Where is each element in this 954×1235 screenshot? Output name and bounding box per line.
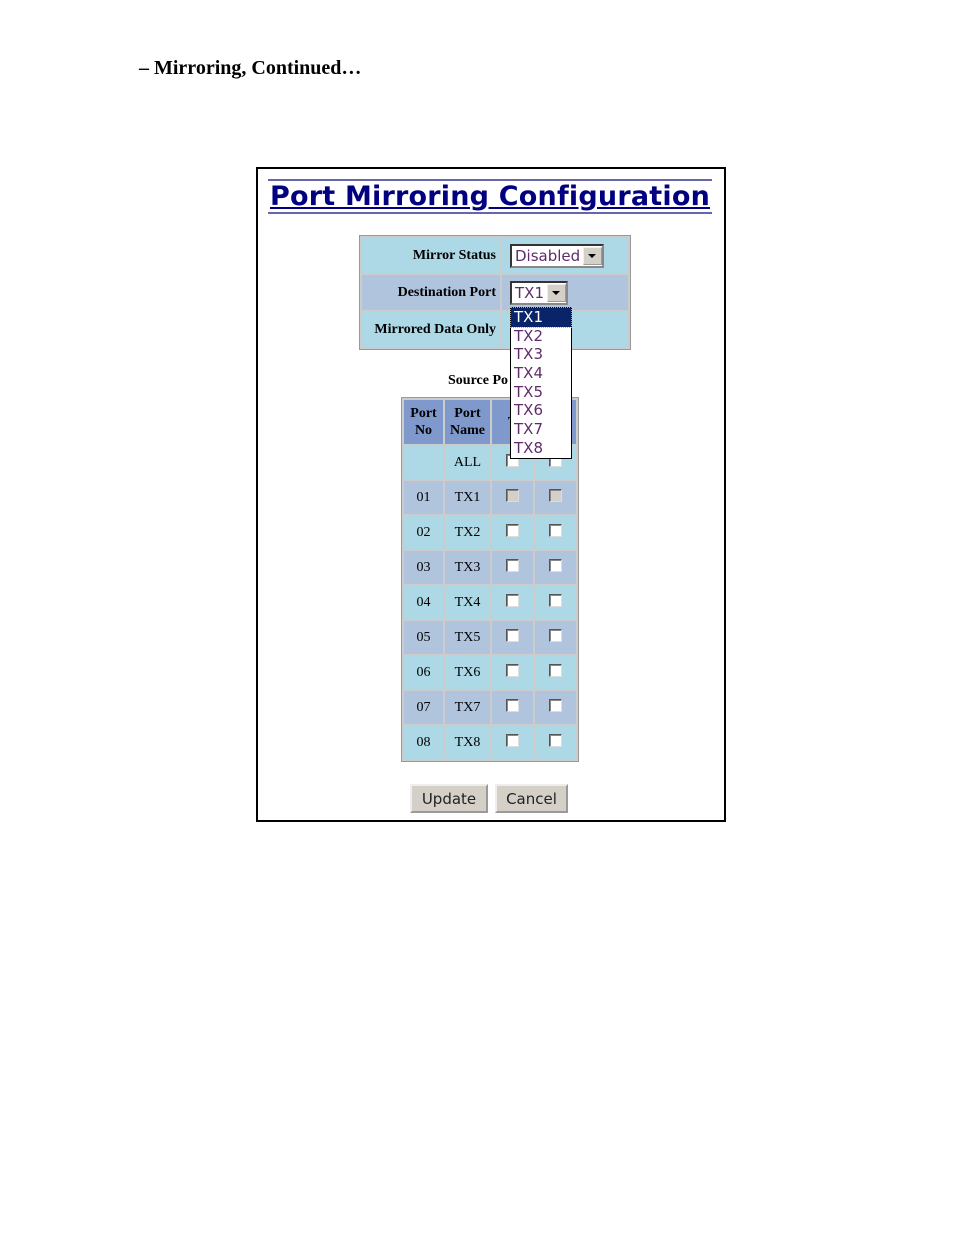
destination-port-dropdown-list: TX1 TX2 TX3 TX4 TX5 TX6 TX7 TX8 (510, 307, 572, 459)
source-ports-label: Source Po (448, 373, 509, 388)
source-checkbox-2[interactable] (549, 558, 562, 572)
destination-port-label: Destination Port (362, 275, 500, 310)
destination-port-value: TX1 (515, 283, 544, 302)
destination-port-select[interactable]: TX1 (510, 280, 568, 305)
cancel-button[interactable]: Cancel (495, 784, 568, 813)
port-no: 03 (404, 551, 443, 584)
header-port-no: Port No (404, 400, 443, 444)
source-checkbox-2[interactable] (549, 663, 562, 677)
port-name: TX4 (445, 586, 490, 619)
chevron-down-icon[interactable] (546, 283, 566, 302)
mirror-config-table: Mirror Status Disabled Destination Port … (359, 235, 631, 350)
port-name: TX6 (445, 656, 490, 689)
table-row: 05 TX5 (404, 621, 576, 654)
port-no: 07 (404, 691, 443, 724)
source-checkbox-2[interactable] (549, 698, 562, 712)
section-heading: – Mirroring, Continued… (139, 57, 362, 79)
source-checkbox-2[interactable] (549, 628, 562, 642)
port-no: 02 (404, 516, 443, 549)
table-row: 01 TX1 (404, 481, 576, 514)
dropdown-option[interactable]: TX1 (510, 307, 572, 328)
update-button[interactable]: Update (410, 784, 488, 813)
source-checkbox-2[interactable] (549, 523, 562, 537)
port-name: TX1 (445, 481, 490, 514)
port-name: TX8 (445, 726, 490, 759)
table-row: 03 TX3 (404, 551, 576, 584)
port-name: TX3 (445, 551, 490, 584)
dropdown-option[interactable]: TX5 (511, 383, 571, 402)
mirror-status-label: Mirror Status (362, 238, 500, 273)
dropdown-option[interactable]: TX7 (511, 420, 571, 439)
source-checkbox-2[interactable] (549, 733, 562, 747)
mirror-status-value: Disabled (515, 246, 581, 265)
source-checkbox-1[interactable] (506, 698, 519, 712)
chevron-down-icon[interactable] (583, 246, 603, 265)
dropdown-option[interactable]: TX2 (511, 327, 571, 346)
table-row: 07 TX7 (404, 691, 576, 724)
port-name: TX2 (445, 516, 490, 549)
table-row: 02 TX2 (404, 516, 576, 549)
table-row: 08 TX8 (404, 726, 576, 759)
dropdown-option[interactable]: TX4 (511, 364, 571, 383)
source-checkbox-1[interactable] (506, 628, 519, 642)
source-checkbox-1[interactable] (506, 558, 519, 572)
source-checkbox-2[interactable] (549, 593, 562, 607)
port-no: 06 (404, 656, 443, 689)
dropdown-option[interactable]: TX8 (511, 439, 571, 458)
port-name: TX7 (445, 691, 490, 724)
port-no: 05 (404, 621, 443, 654)
source-checkbox-1[interactable] (506, 593, 519, 607)
source-checkbox-1 (506, 488, 519, 502)
source-checkbox-1[interactable] (506, 663, 519, 677)
source-checkbox-1[interactable] (506, 733, 519, 747)
page-title: Port Mirroring Configuration (268, 179, 712, 214)
port-no: 01 (404, 481, 443, 514)
port-name: TX5 (445, 621, 490, 654)
port-no: 04 (404, 586, 443, 619)
header-port-name: Port Name (445, 400, 490, 444)
dropdown-option[interactable]: TX3 (511, 345, 571, 364)
source-checkbox-1[interactable] (506, 523, 519, 537)
source-checkbox-2 (549, 488, 562, 502)
port-no: 08 (404, 726, 443, 759)
mirror-status-select[interactable]: Disabled (510, 243, 605, 268)
mirrored-data-only-label: Mirrored Data Only (362, 312, 500, 347)
table-row: 06 TX6 (404, 656, 576, 689)
all-label: ALL (445, 446, 490, 479)
dropdown-option[interactable]: TX6 (511, 401, 571, 420)
table-row: 04 TX4 (404, 586, 576, 619)
